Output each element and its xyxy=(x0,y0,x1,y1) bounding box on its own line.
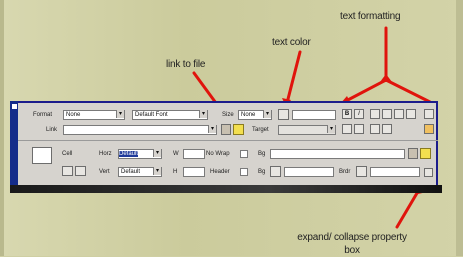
border-color-swatch-icon[interactable] xyxy=(356,166,367,177)
edit-icon[interactable] xyxy=(424,124,434,134)
outdent-icon[interactable] xyxy=(370,124,380,134)
bg-color-input[interactable] xyxy=(284,167,334,177)
horz-label: Horz xyxy=(99,151,112,157)
indent-icon[interactable] xyxy=(382,124,392,134)
justify-icon[interactable] xyxy=(406,109,416,119)
panel-collapse-icon[interactable] xyxy=(12,104,17,109)
expand-collapse-icon[interactable] xyxy=(424,168,433,177)
ordered-list-icon[interactable] xyxy=(354,124,364,134)
no-wrap-label: No Wrap xyxy=(206,151,230,157)
folder-icon[interactable] xyxy=(233,124,244,135)
point-to-file-icon[interactable] xyxy=(221,124,231,135)
link-input[interactable] xyxy=(63,125,217,135)
font-select[interactable]: Default Font xyxy=(132,110,208,120)
help-icon[interactable] xyxy=(424,109,434,119)
link-label: Link xyxy=(46,127,58,133)
panel-bottom-bar xyxy=(10,185,442,193)
text-color-input[interactable] xyxy=(292,110,336,120)
folder-icon-2[interactable] xyxy=(420,148,431,159)
vert-label: Vert xyxy=(99,169,110,175)
frame-left xyxy=(0,0,4,256)
height-input[interactable] xyxy=(183,167,205,177)
cell-label: Cell xyxy=(62,151,73,157)
header-checkbox[interactable] xyxy=(240,168,248,176)
brdr-label: Brdr xyxy=(339,169,351,175)
format-label: Format xyxy=(33,112,53,118)
unordered-list-icon[interactable] xyxy=(342,124,352,134)
annotation-text-color: text color xyxy=(272,37,311,48)
header-label: Header xyxy=(210,169,230,175)
w-label: W xyxy=(173,151,179,157)
bg-image-input[interactable] xyxy=(270,149,405,159)
align-right-icon[interactable] xyxy=(394,109,404,119)
size-label: Size xyxy=(222,112,234,118)
panel-title-bar xyxy=(10,101,18,187)
target-label: Target xyxy=(252,127,269,133)
format-select[interactable]: None xyxy=(63,110,125,120)
italic-button[interactable]: I xyxy=(354,109,364,119)
size-select[interactable]: None xyxy=(238,110,272,120)
no-wrap-checkbox[interactable] xyxy=(240,150,248,158)
align-center-icon[interactable] xyxy=(382,109,392,119)
horz-select[interactable]: Default xyxy=(118,149,162,159)
panel-divider xyxy=(18,140,438,141)
point-to-file-icon-2[interactable] xyxy=(408,148,418,159)
bold-button[interactable]: B xyxy=(342,109,352,119)
target-select[interactable] xyxy=(278,125,336,135)
text-color-swatch-icon[interactable] xyxy=(278,109,289,120)
annotation-link-to-file: link to file xyxy=(166,59,206,70)
frame-right xyxy=(456,0,463,256)
horz-value: Default xyxy=(119,151,139,157)
bg-label: Bg xyxy=(258,151,266,157)
annotation-expand-collapse: expand/ collapse property box xyxy=(297,232,407,256)
annotation-text-formatting: text formatting xyxy=(340,11,401,22)
width-input[interactable] xyxy=(183,149,205,159)
table-cell-icon xyxy=(32,147,52,164)
vert-select[interactable]: Default xyxy=(118,167,162,177)
split-cell-icon[interactable] xyxy=(75,166,86,176)
align-left-icon[interactable] xyxy=(370,109,380,119)
merge-cells-icon[interactable] xyxy=(62,166,73,176)
bg-color-swatch-icon[interactable] xyxy=(270,166,281,177)
border-color-input[interactable] xyxy=(370,167,420,177)
h-label: H xyxy=(173,169,178,175)
bg-color-label: Bg xyxy=(258,169,266,175)
